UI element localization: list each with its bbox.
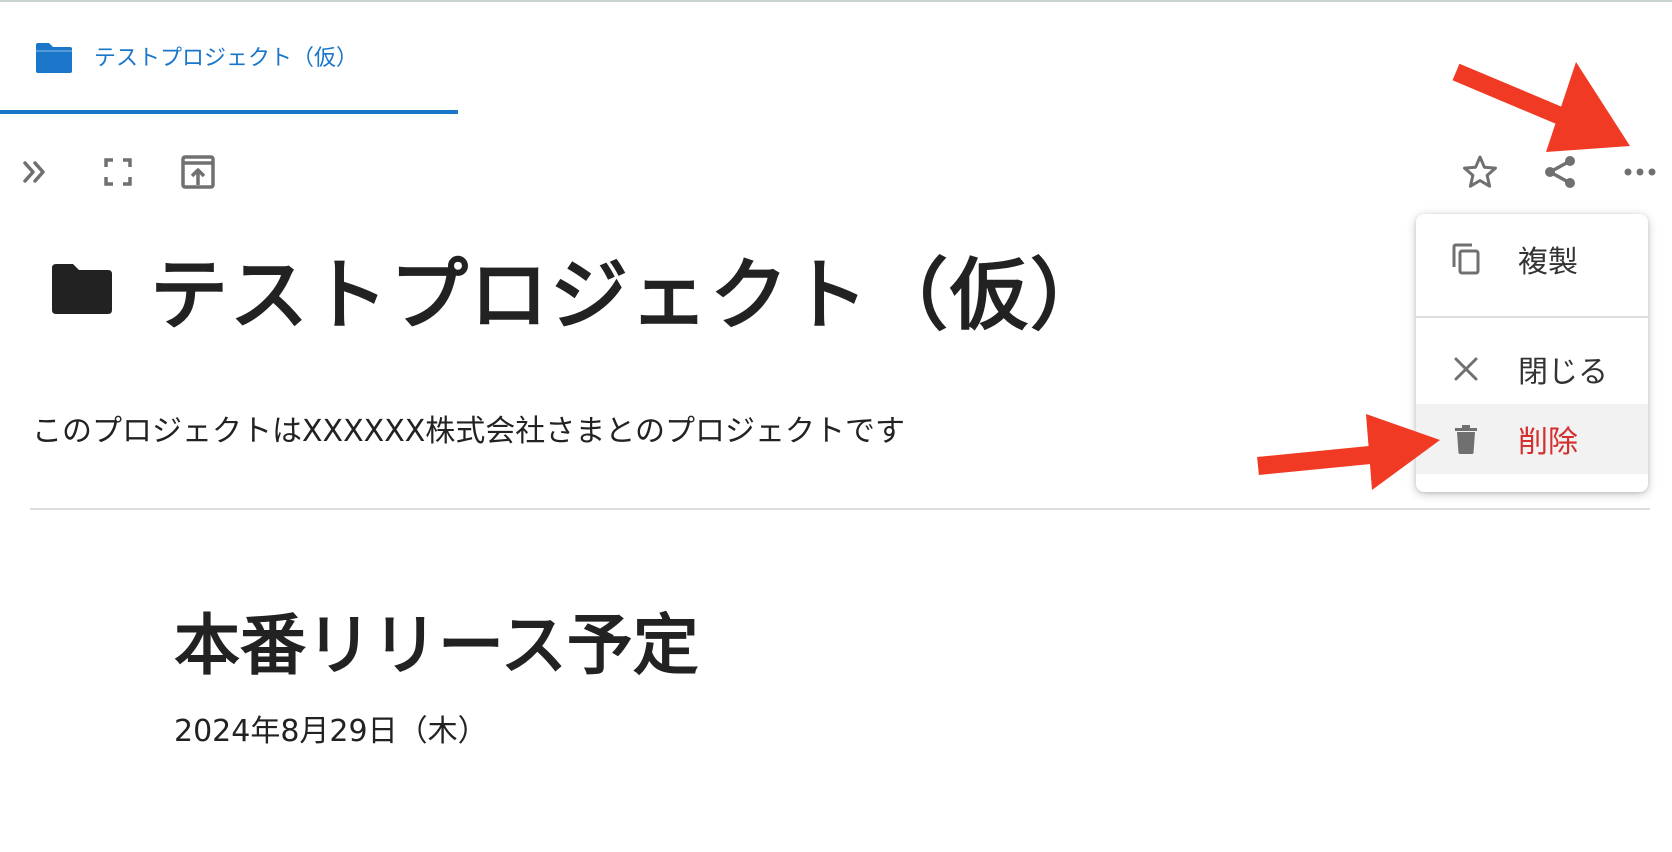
menu-item-close[interactable]: 閉じる — [1416, 334, 1648, 404]
menu-item-label: 削除 — [1518, 425, 1578, 460]
tab-label: テストプロジェクト（仮） — [94, 46, 359, 71]
arrow-to-more-button — [1452, 62, 1630, 152]
expand-sidebar-button[interactable] — [12, 148, 60, 196]
section-heading: 本番リリース予定 — [174, 607, 699, 684]
menu-item-label: 複製 — [1518, 245, 1578, 280]
more-options-button[interactable] — [1616, 148, 1664, 196]
fullscreen-icon — [104, 158, 132, 186]
menu-item-duplicate[interactable]: 複製 — [1416, 224, 1648, 294]
page: テストプロジェクト（仮） テストプロジェクト（仮） このプロジェクトはXXXXX… — [0, 0, 1672, 852]
more-horizontal-icon — [1624, 168, 1656, 176]
star-outline-icon — [1463, 155, 1497, 188]
fullscreen-button[interactable] — [94, 148, 142, 196]
divider — [30, 508, 1650, 510]
page-description: このプロジェクトはXXXXXX株式会社さまとのプロジェクトです — [32, 414, 906, 449]
favorite-button[interactable] — [1456, 148, 1504, 196]
arrow-to-delete-item — [1257, 414, 1440, 490]
close-icon — [1448, 351, 1484, 387]
share-icon — [1545, 156, 1575, 188]
double-chevron-right-icon — [23, 161, 45, 183]
trash-icon — [1448, 421, 1484, 457]
open-in-window-button[interactable] — [174, 148, 222, 196]
folder-icon — [50, 262, 114, 316]
section-date: 2024年8月29日（木） — [174, 714, 488, 749]
page-title: テストプロジェクト（仮） — [150, 251, 1111, 341]
more-options-menu: 複製 閉じる 削除 — [1416, 214, 1648, 492]
page-title-row: テストプロジェクト（仮） — [50, 234, 1110, 344]
share-button[interactable] — [1536, 148, 1584, 196]
copy-icon — [1448, 241, 1484, 277]
folder-icon — [34, 41, 74, 75]
menu-separator — [1416, 316, 1648, 318]
open-in-new-icon — [181, 155, 215, 189]
tab-project[interactable]: テストプロジェクト（仮） — [0, 2, 458, 114]
menu-item-delete[interactable]: 削除 — [1416, 404, 1648, 474]
menu-item-label: 閉じる — [1518, 355, 1608, 390]
